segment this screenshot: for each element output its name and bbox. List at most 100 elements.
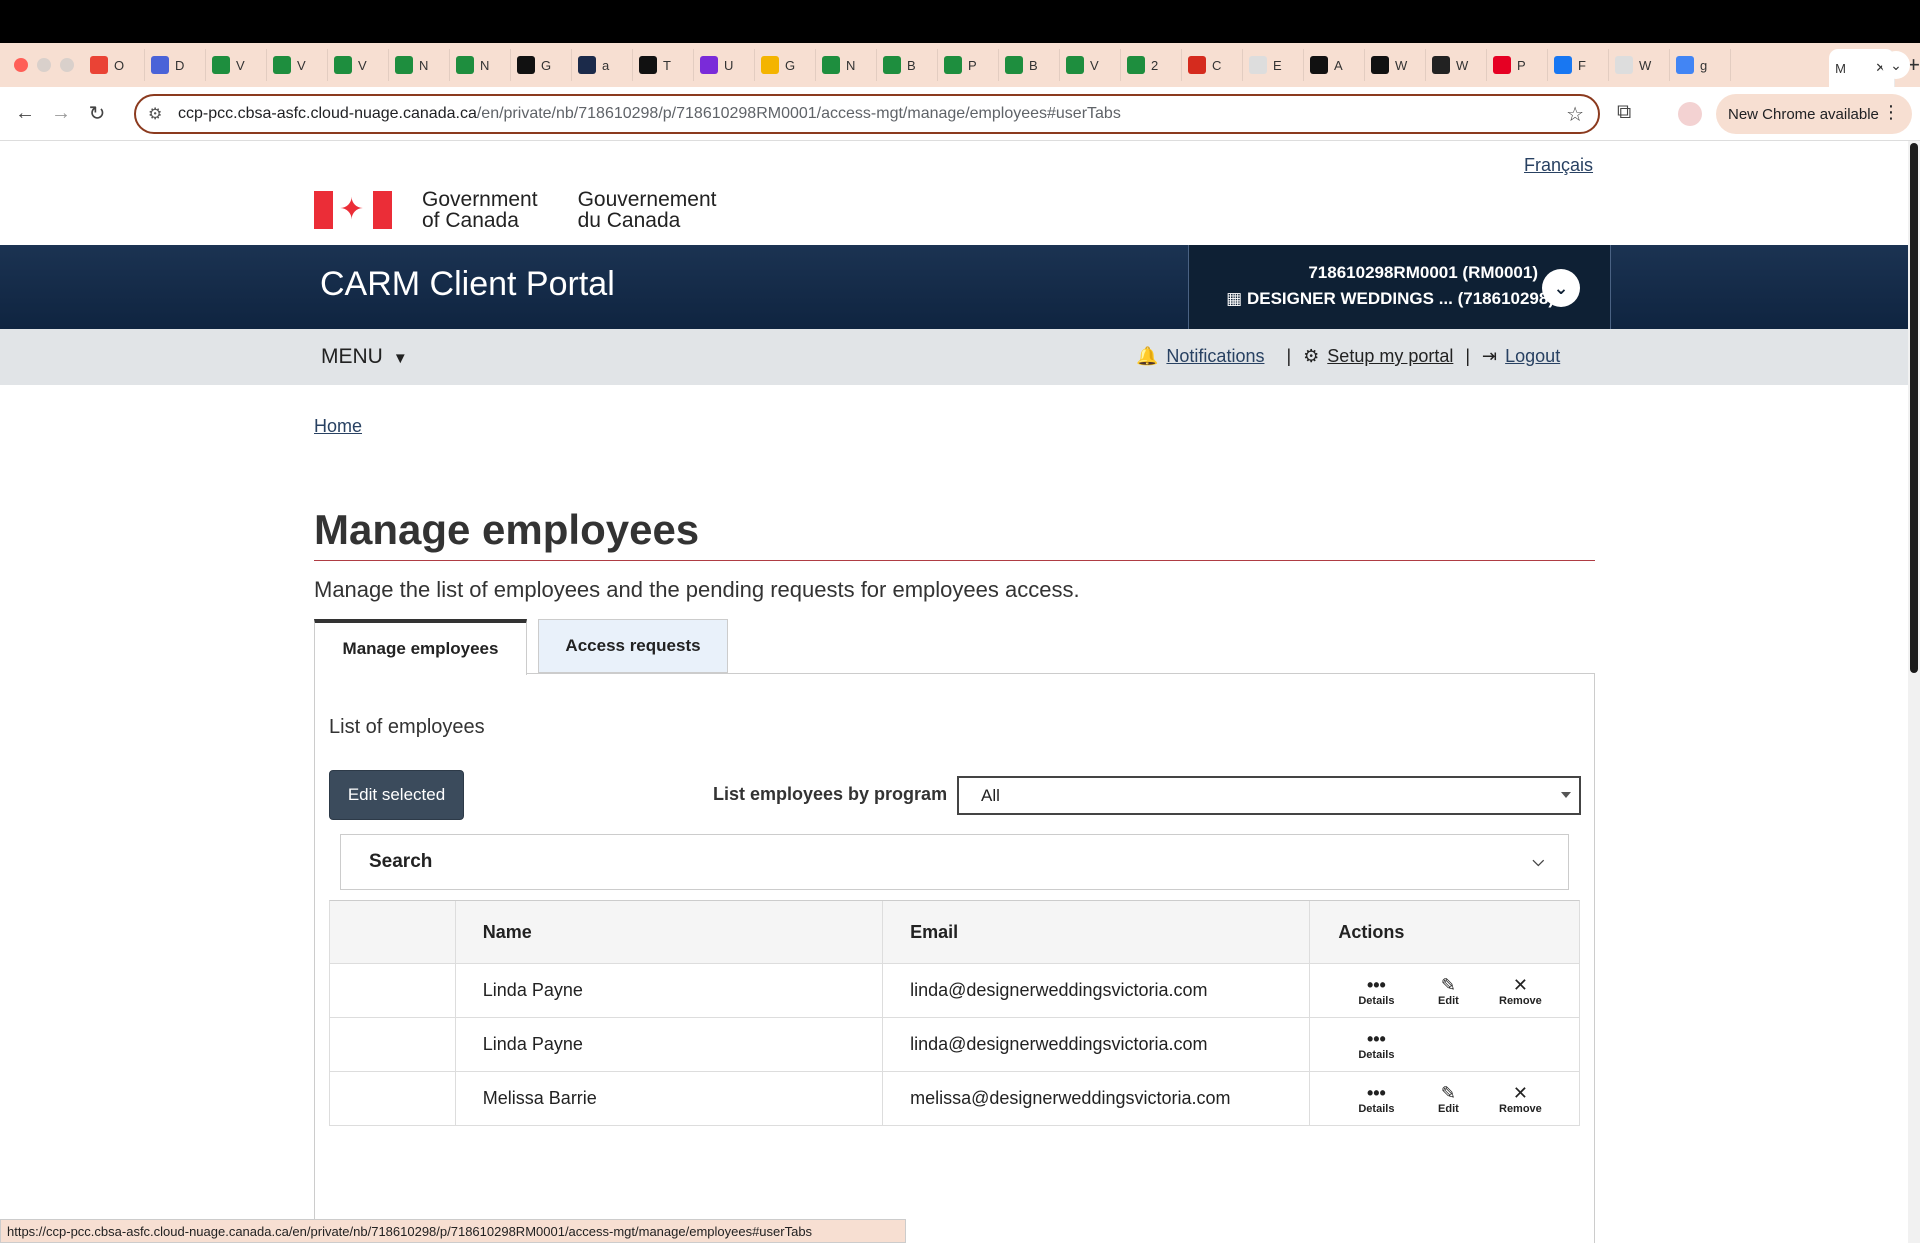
forward-arrow-icon[interactable]: → [50, 102, 72, 125]
browser-tab[interactable]: U [694, 49, 755, 81]
dropdown-arrow-icon [1561, 792, 1571, 798]
row-select-cell[interactable] [330, 964, 456, 1017]
browser-tab[interactable]: G [511, 49, 572, 81]
program-filter-select[interactable]: All [957, 776, 1581, 815]
site-settings-icon[interactable]: ⚙ [148, 104, 162, 124]
setup-portal-link[interactable]: Setup my portal [1327, 346, 1453, 367]
close-window-button[interactable] [14, 58, 28, 72]
table-row: Linda Payne linda@designerweddingsvictori… [330, 964, 1579, 1018]
browser-tab[interactable]: P [938, 49, 999, 81]
browser-tab-label: P [1517, 57, 1526, 73]
facebook-icon [1554, 56, 1572, 74]
remove-button[interactable]: ✕ Remove [1484, 975, 1556, 1007]
goc-english: Government of Canada [422, 189, 538, 231]
goc-fr-line1: Gouvernement [577, 188, 717, 211]
employee-email: linda@designerweddingsvictoria.com [883, 1018, 1311, 1071]
goc-signature[interactable]: ✦ Government of Canada Gouvernement du C… [314, 189, 716, 231]
google-icon [1676, 56, 1694, 74]
browser-tab[interactable]: V [1060, 49, 1121, 81]
details-button[interactable]: ••• Details [1340, 975, 1412, 1007]
browser-tab[interactable]: W [1609, 49, 1670, 81]
browser-tab[interactable]: E [1243, 49, 1304, 81]
browser-tab-label: a [602, 57, 610, 73]
action-label: Remove [1499, 994, 1542, 1007]
sheets-icon [1005, 56, 1023, 74]
breadcrumb-home[interactable]: Home [314, 416, 362, 437]
menu-button[interactable]: MENU ▼ [321, 345, 408, 369]
table-header-row: Name Email Actions [329, 900, 1580, 964]
back-arrow-icon[interactable]: ← [14, 102, 36, 125]
account-switcher[interactable]: 718610298RM0001 (RM0001) ▦ DESIGNER WEDD… [1188, 245, 1611, 329]
tab-access-requests[interactable]: Access requests [538, 619, 728, 673]
browser-tab[interactable]: D [145, 49, 206, 81]
close-icon: ✕ [1512, 1082, 1528, 1103]
browser-tab[interactable]: W [1365, 49, 1426, 81]
row-select-cell[interactable] [330, 1018, 456, 1071]
browser-tab[interactable]: B [877, 49, 938, 81]
browser-tab[interactable]: g [1670, 49, 1731, 81]
more-dots-icon: ••• [1366, 1028, 1386, 1049]
new-chrome-available-button[interactable]: New Chrome available ⋮ [1716, 94, 1912, 134]
browser-tab[interactable]: A [1304, 49, 1365, 81]
browser-tab-label: O [114, 57, 125, 73]
pinterest-icon [1493, 56, 1511, 74]
edit-button[interactable]: ✎ Edit [1412, 1083, 1484, 1115]
title-divider [314, 560, 1595, 561]
search-accordion[interactable]: Search ⌵ [340, 834, 1569, 890]
app-title[interactable]: CARM Client Portal [320, 265, 615, 304]
bookmark-star-icon[interactable]: ☆ [1566, 102, 1584, 127]
kebab-menu-icon[interactable]: ⋮ [1882, 102, 1900, 123]
extensions-icon[interactable]: ⧉ [1617, 101, 1631, 124]
remove-button[interactable]: ✕ Remove [1484, 1083, 1556, 1115]
notifications-link[interactable]: Notifications [1166, 346, 1264, 367]
browser-tab[interactable]: P [1487, 49, 1548, 81]
browser-tab[interactable]: V [328, 49, 389, 81]
separator: | [1465, 346, 1471, 366]
bell-icon: 🔔 [1136, 346, 1159, 366]
browser-tab[interactable]: V [206, 49, 267, 81]
browser-tab[interactable]: W [1426, 49, 1487, 81]
blank-icon [1249, 56, 1267, 74]
browser-tab[interactable]: F [1548, 49, 1609, 81]
column-header-name[interactable]: Name [456, 901, 884, 963]
sheets-icon [1066, 56, 1084, 74]
address-bar[interactable]: ⚙ ccp-pcc.cbsa-asfc.cloud-nuage.canada.c… [134, 94, 1600, 134]
minimize-window-button[interactable] [37, 58, 51, 72]
language-toggle-link[interactable]: Français [1524, 155, 1593, 176]
web-page: Français ✦ Government of Canada Gouverne… [0, 141, 1908, 1243]
browser-tab-label: B [907, 57, 916, 73]
profile-avatar[interactable] [1678, 102, 1702, 126]
chevron-down-icon[interactable]: ⌄ [1542, 269, 1580, 307]
browser-tab[interactable]: C [1182, 49, 1243, 81]
edit-selected-button[interactable]: Edit selected [329, 770, 464, 820]
browser-tab[interactable]: V [267, 49, 328, 81]
logout-link[interactable]: Logout [1505, 346, 1560, 367]
browser-tab[interactable]: B [999, 49, 1060, 81]
tab-search-button[interactable]: ⌄ [1882, 51, 1910, 79]
scrollbar-thumb[interactable] [1910, 143, 1918, 673]
reload-icon[interactable]: ↻ [86, 101, 108, 126]
doc-icon [639, 56, 657, 74]
browser-tab-label: N [480, 57, 490, 73]
browser-tab[interactable]: a [572, 49, 633, 81]
browser-tab[interactable]: 2 [1121, 49, 1182, 81]
details-button[interactable]: ••• Details [1340, 1029, 1412, 1061]
tab-manage-employees[interactable]: Manage employees [314, 619, 527, 675]
browser-tab[interactable]: G [755, 49, 816, 81]
goc-french: Gouvernement du Canada [578, 189, 717, 231]
details-button[interactable]: ••• Details [1340, 1083, 1412, 1115]
page-scrollbar[interactable] [1908, 141, 1920, 1243]
menu-label: MENU [321, 345, 383, 368]
browser-tab[interactable]: T [633, 49, 694, 81]
browser-tab[interactable]: N [816, 49, 877, 81]
browser-tab[interactable]: N [389, 49, 450, 81]
column-header-email[interactable]: Email [883, 901, 1311, 963]
drive-icon [761, 56, 779, 74]
browser-tab[interactable]: O [84, 49, 145, 81]
row-actions: ••• Details ✎ Edit ✕ Remove [1310, 964, 1579, 1017]
browser-tabs: O D V V V N N Ga T U G N B P B V 2 C E A W W P F Wg [84, 43, 1829, 87]
edit-button[interactable]: ✎ Edit [1412, 975, 1484, 1007]
browser-tab[interactable]: N [450, 49, 511, 81]
maximize-window-button[interactable] [60, 58, 74, 72]
row-select-cell[interactable] [330, 1072, 456, 1125]
